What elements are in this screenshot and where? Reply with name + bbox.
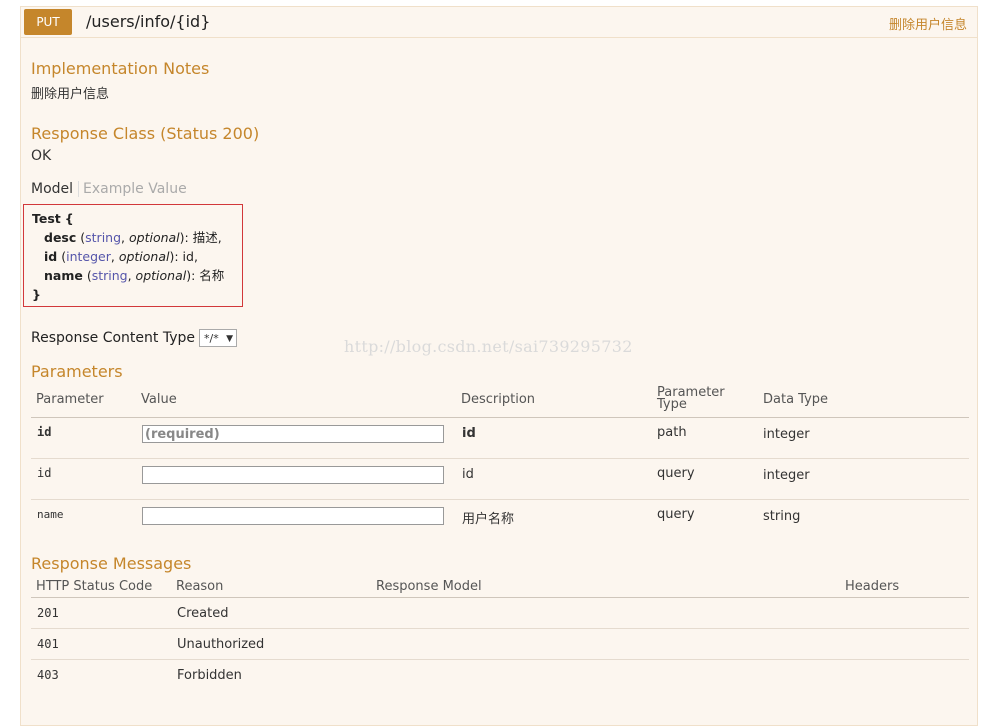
- col-description: Description: [461, 392, 536, 407]
- http-method-badge[interactable]: PUT: [24, 9, 72, 35]
- status-reason: Unauthorized: [177, 637, 265, 652]
- row-divider: [31, 659, 969, 660]
- param-data-type: string: [763, 509, 801, 524]
- response-messages-title: Response Messages: [31, 554, 192, 573]
- status-reason: Forbidden: [177, 668, 242, 683]
- param-name: id: [37, 425, 52, 439]
- prop-optional: optional: [135, 268, 187, 283]
- model-prop: name (string, optional): 名称: [44, 268, 225, 283]
- row-divider: [31, 499, 969, 500]
- content-type-label: Response Content Type: [31, 330, 195, 346]
- col-parameter-type-line2: Type: [657, 397, 687, 412]
- model-prop: id (integer, optional): id,: [44, 249, 198, 264]
- operation-panel: PUT /users/info/{id} 删除用户信息 Implementati…: [20, 6, 978, 726]
- response-class-title: Response Class (Status 200): [31, 124, 260, 143]
- param-description: 用户名称: [462, 512, 515, 527]
- param-id-query-input[interactable]: [142, 466, 444, 484]
- param-name: name: [37, 508, 64, 521]
- param-data-type: integer: [763, 427, 810, 442]
- tab-model[interactable]: Model: [31, 181, 80, 197]
- model-close-brace: }: [32, 287, 41, 302]
- status-code: 201: [37, 606, 59, 620]
- param-data-type: integer: [763, 468, 810, 483]
- param-type: path: [657, 425, 687, 440]
- param-name: id: [37, 466, 52, 480]
- endpoint-path[interactable]: /users/info/{id}: [86, 12, 210, 31]
- param-description: id: [462, 467, 474, 482]
- implementation-notes-title: Implementation Notes: [31, 59, 210, 78]
- prop-desc: 名称: [199, 268, 225, 283]
- col-headers: Headers: [845, 579, 900, 594]
- param-id-path-input[interactable]: [142, 425, 444, 443]
- responses-header-divider: [31, 597, 969, 598]
- prop-type: string: [85, 230, 122, 245]
- col-reason: Reason: [176, 579, 224, 594]
- parameters-title: Parameters: [31, 362, 123, 381]
- params-header-divider: [31, 417, 969, 418]
- dropdown-arrow-icon: ▼: [226, 334, 233, 344]
- content-type-select[interactable]: */* ▼: [199, 329, 237, 347]
- prop-desc: id: [182, 249, 194, 264]
- col-response-model: Response Model: [376, 579, 482, 594]
- status-code: 403: [37, 668, 59, 682]
- prop-name: id: [44, 249, 58, 264]
- tab-example-value[interactable]: Example Value: [79, 181, 187, 197]
- response-class-value: OK: [31, 148, 52, 164]
- operation-heading[interactable]: PUT /users/info/{id} 删除用户信息: [21, 7, 977, 38]
- col-parameter-type: Parameter Type: [657, 386, 725, 412]
- model-name: Test: [32, 211, 61, 226]
- status-reason: Created: [177, 606, 229, 621]
- implementation-notes-text: 删除用户信息: [31, 87, 110, 102]
- operation-summary[interactable]: 删除用户信息: [889, 14, 967, 33]
- prop-name: name: [44, 268, 83, 283]
- param-name-query-input[interactable]: [142, 507, 444, 525]
- prop-optional: optional: [128, 230, 180, 245]
- row-divider: [31, 458, 969, 459]
- prop-name: desc: [44, 230, 77, 245]
- model-schema: Test { desc (string, optional): 描述, id (…: [23, 204, 243, 307]
- model-open-brace: {: [64, 211, 74, 226]
- content-type-value: */*: [204, 332, 219, 345]
- prop-type: string: [91, 268, 128, 283]
- row-divider: [31, 628, 969, 629]
- model-prop: desc (string, optional): 描述,: [44, 230, 222, 245]
- col-parameter: Parameter: [36, 392, 104, 407]
- col-http-status-code: HTTP Status Code: [36, 579, 153, 594]
- col-value: Value: [141, 392, 177, 407]
- param-description: id: [462, 426, 476, 441]
- prop-optional: optional: [118, 249, 170, 264]
- watermark: http://blog.csdn.net/sai739295732: [344, 337, 633, 356]
- model-tabs: Model Example Value: [31, 181, 187, 197]
- prop-type: integer: [66, 249, 111, 264]
- param-type: query: [657, 507, 695, 522]
- col-data-type: Data Type: [763, 392, 829, 407]
- prop-desc: 描述: [192, 230, 218, 245]
- param-type: query: [657, 466, 695, 481]
- status-code: 401: [37, 637, 59, 651]
